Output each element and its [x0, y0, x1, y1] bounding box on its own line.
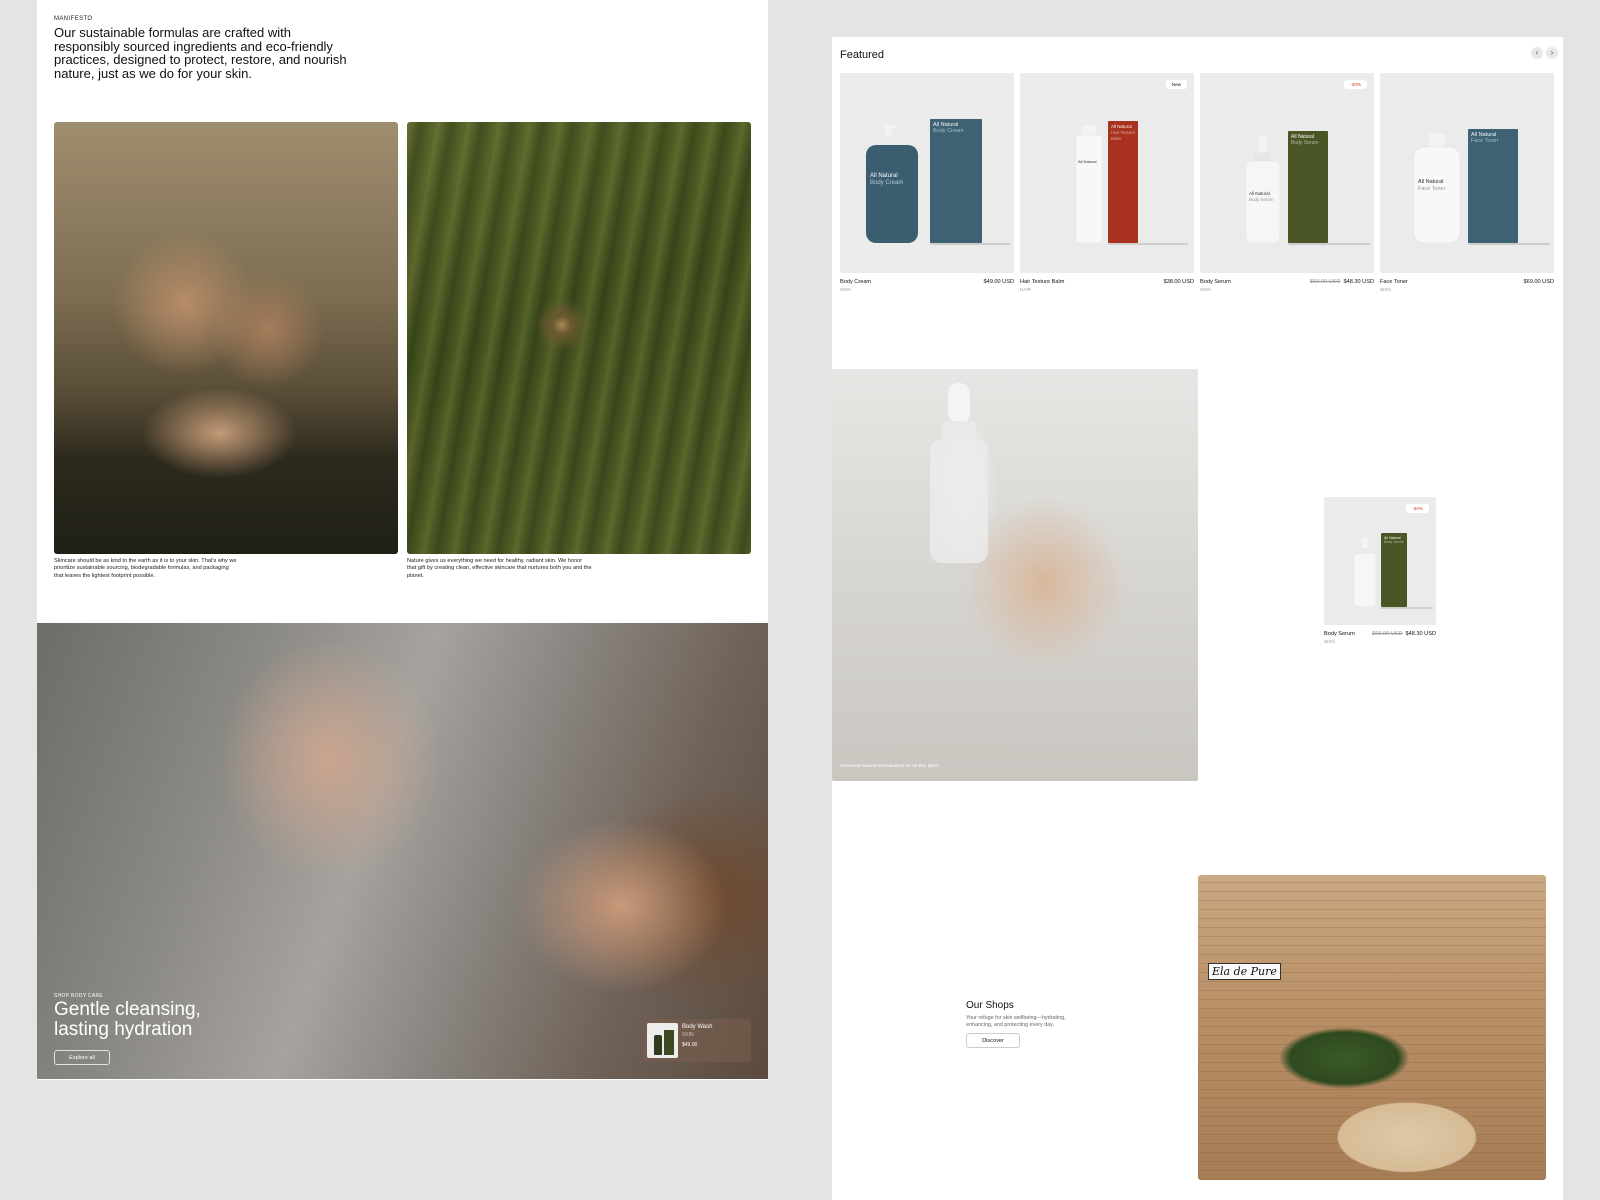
product-card-body-cream[interactable]: All Natural Body Cream All Natural Body C… — [840, 73, 1014, 292]
discover-button[interactable]: Discover — [966, 1033, 1020, 1048]
product-name: Body Serum — [1324, 631, 1355, 637]
shops-description: Your refuge for skin wellbeing—hydrating… — [966, 1015, 1066, 1028]
caption-nature: Nature gives us everything we need for h… — [407, 558, 592, 579]
svg-text:Body Serum: Body Serum — [1249, 197, 1274, 202]
package-box: All Natural Body Serum — [1381, 533, 1407, 607]
carousel-prev-button[interactable]: ‹ — [1531, 47, 1543, 59]
toner-bottle-icon: All Natural Face Toner — [1414, 133, 1460, 243]
package-label: Body Cream — [933, 128, 964, 134]
product-price: $48.30 USD — [1343, 279, 1374, 285]
product-category: SKIN — [1324, 639, 1335, 644]
package-label: Body Serum — [1291, 140, 1319, 146]
hero-title-line-1: Gentle cleansing, — [54, 999, 201, 1020]
package-box: All Natural Face Toner — [1468, 129, 1518, 243]
serum-application-photo: Advanced Natural Formulations for all sk… — [832, 369, 1198, 781]
product-image: New All Natural All Natural Hair Texture … — [1020, 73, 1194, 273]
product-price: $49.00 USD — [983, 279, 1014, 285]
carousel-next-button[interactable]: › — [1546, 47, 1558, 59]
explore-all-button[interactable]: Explore all — [54, 1050, 110, 1065]
product-image: -30% All Natural Body Serum All Natural B… — [1200, 73, 1374, 273]
package-box: All Natural Hair Texture Balm — [1108, 121, 1138, 243]
hero-title: Gentle cleansing, lasting hydration — [54, 1000, 274, 1039]
product-price: $38.00 USD — [1163, 279, 1194, 285]
body-wash-thumbnail — [647, 1023, 678, 1058]
featured-heading: Featured — [840, 49, 885, 61]
body-wash-mini-card[interactable]: Body Wash SKIN $49.00 — [644, 1019, 751, 1062]
new-badge: New — [1165, 80, 1187, 89]
product-category: SKIN — [1200, 287, 1211, 292]
manifesto-eyebrow: MANIFESTO — [54, 16, 93, 22]
caption-sustainability: Skincare should be as kind to the earth … — [54, 558, 237, 579]
discount-badge: -30% — [1406, 504, 1429, 513]
product-image: All Natural Face Toner All Natural Face T… — [1380, 73, 1554, 273]
svg-text:All Natural: All Natural — [1418, 179, 1443, 185]
product-card-body-serum-single[interactable]: -30% All Natural Body Serum Body Serum $6… — [1324, 497, 1436, 644]
svg-text:All Natural: All Natural — [1249, 191, 1270, 196]
product-card-hair-texture-balm[interactable]: New All Natural All Natural Hair Texture … — [1020, 73, 1194, 292]
manifesto-heading: Our sustainable formulas are crafted wit… — [54, 25, 347, 81]
mini-product-category: SKIN — [682, 1032, 694, 1038]
dropper-bottle-icon — [1354, 537, 1376, 607]
product-old-price: $69.00 USD — [1310, 279, 1341, 285]
product-name: Body Cream — [840, 279, 872, 285]
product-image: All Natural Body Cream All Natural Body C… — [840, 73, 1014, 273]
package-label: Face Toner — [1471, 138, 1499, 144]
product-category: SKIN — [840, 287, 851, 292]
store-interior-photo: Ela de Pure — [1198, 875, 1546, 1180]
svg-text:Face Toner: Face Toner — [1418, 186, 1446, 192]
package-label: Hair Texture Balm — [1111, 130, 1136, 141]
water-stone-photo — [407, 122, 751, 554]
product-price: $48.30 USD — [1405, 631, 1436, 637]
pump-bottle-icon: All Natural Body Cream — [866, 125, 918, 243]
hero-title-line-2: lasting hydration — [54, 1018, 193, 1040]
body-care-hero: SHOP BODY CARE Gentle cleansing, lasting… — [37, 623, 768, 1079]
svg-text:All Natural: All Natural — [1078, 159, 1097, 164]
product-name: Face Toner — [1380, 279, 1408, 285]
product-card-body-serum[interactable]: -30% All Natural Body Serum All Natural B… — [1200, 73, 1374, 292]
product-name: Hair Texture Balm — [1020, 279, 1065, 285]
lifestyle-caption: Advanced Natural Formulations for all sk… — [840, 763, 939, 768]
package-label: Body Serum — [1384, 540, 1404, 544]
serum-dropper-icon — [930, 383, 988, 563]
shop-panel: Featured ‹ › All Natural Body Cream All … — [832, 37, 1563, 1200]
product-card-face-toner[interactable]: All Natural Face Toner All Natural Face T… — [1380, 73, 1554, 292]
mini-product-name: Body Wash — [682, 1024, 713, 1030]
package-box: All Natural Body Cream — [930, 119, 982, 243]
svg-text:All Natural: All Natural — [870, 173, 898, 179]
tube-bottle-icon: All Natural — [1076, 125, 1102, 243]
manifesto-panel: MANIFESTO Our sustainable formulas are c… — [37, 0, 768, 1080]
product-price: $69.00 USD — [1523, 279, 1554, 285]
discount-badge: -30% — [1344, 80, 1367, 89]
package-brand: All Natural — [1111, 124, 1132, 129]
dropper-bottle-icon: All Natural Body Serum — [1246, 135, 1280, 243]
product-old-price: $69.00 USD — [1372, 631, 1403, 637]
product-category: SKIN — [1380, 287, 1391, 292]
feet-on-rock-photo — [54, 122, 398, 554]
store-sign: Ela de Pure — [1208, 963, 1281, 980]
shops-heading: Our Shops — [966, 1000, 1014, 1011]
product-category: HAIR — [1020, 287, 1031, 292]
product-image: -30% All Natural Body Serum — [1324, 497, 1436, 625]
svg-text:Body Cream: Body Cream — [870, 180, 903, 186]
package-box: All Natural Body Serum — [1288, 131, 1328, 243]
product-name: Body Serum — [1200, 279, 1231, 285]
mini-product-price: $49.00 — [682, 1042, 698, 1048]
